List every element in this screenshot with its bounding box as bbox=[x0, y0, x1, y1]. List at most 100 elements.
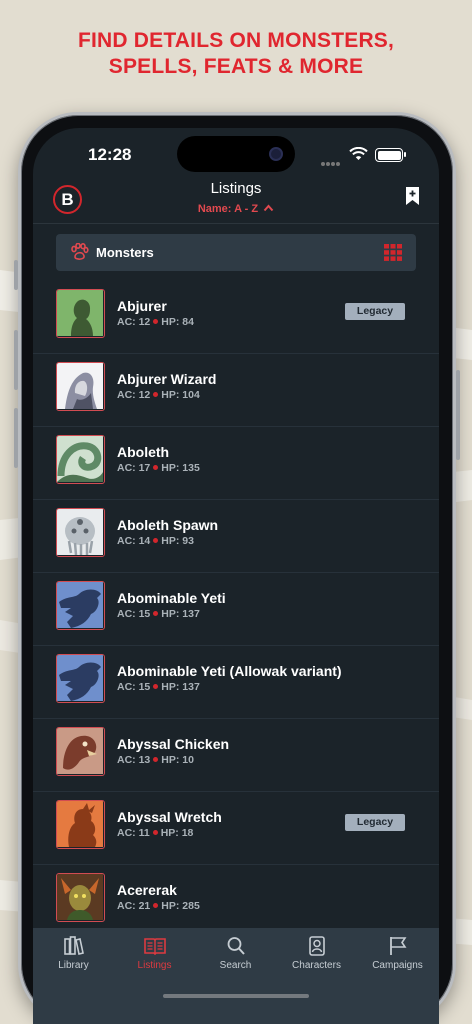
monster-name: Abominable Yeti bbox=[117, 590, 226, 606]
tab-label: Campaigns bbox=[372, 960, 423, 971]
grid-view-icon[interactable] bbox=[384, 244, 402, 261]
list-item[interactable]: Aboleth AC: 17 HP: 135 bbox=[33, 427, 439, 500]
chevron-up-icon bbox=[263, 204, 274, 212]
monster-stats: AC: 12 HP: 84 bbox=[117, 316, 194, 328]
aboleth-portrait bbox=[56, 435, 105, 484]
monster-stats: AC: 21 HP: 285 bbox=[117, 900, 200, 912]
paw-icon bbox=[71, 243, 89, 260]
search-icon bbox=[227, 937, 245, 955]
open-book-icon bbox=[143, 938, 166, 956]
home-indicator bbox=[163, 994, 309, 998]
list-item[interactable]: Aboleth Spawn AC: 14 HP: 93 bbox=[33, 500, 439, 573]
promo-line-2: SPELLS, FEATS & MORE bbox=[108, 55, 364, 78]
separator-dot bbox=[153, 611, 159, 616]
bookmark-add-icon[interactable] bbox=[405, 186, 420, 206]
tab-label: Characters bbox=[292, 960, 341, 971]
tab-library[interactable]: Library bbox=[33, 936, 114, 971]
hit-points: HP: 10 bbox=[161, 754, 194, 766]
legacy-badge: Legacy bbox=[345, 814, 405, 831]
list-item[interactable]: Abyssal Wretch AC: 11 HP: 18 Legacy bbox=[33, 792, 439, 865]
camera-icon bbox=[269, 147, 283, 161]
list-item[interactable]: Abjurer AC: 12 HP: 84 Legacy bbox=[33, 281, 439, 354]
books-icon bbox=[63, 936, 84, 955]
armor-class: AC: 11 bbox=[117, 827, 150, 839]
dynamic-island bbox=[177, 136, 295, 172]
armor-class: AC: 15 bbox=[117, 681, 151, 693]
sort-toggle[interactable]: Name: A - Z bbox=[33, 203, 439, 215]
hit-points: HP: 137 bbox=[161, 608, 200, 620]
tab-listings[interactable]: Listings bbox=[114, 936, 195, 971]
list-item[interactable]: Abominable Yeti (Allowak variant) AC: 15… bbox=[33, 646, 439, 719]
phone-side-button bbox=[14, 330, 18, 390]
armor-class: AC: 12 bbox=[117, 389, 151, 401]
monster-stats: AC: 11 HP: 18 bbox=[117, 827, 193, 839]
promo-line-1: FIND DETAILS ON MONSTERS, bbox=[77, 29, 395, 52]
hit-points: HP: 84 bbox=[161, 316, 194, 328]
monster-name: Abominable Yeti (Allowak variant) bbox=[117, 663, 342, 679]
sort-label: Name: A - Z bbox=[197, 203, 259, 215]
listings-list: Abjurer AC: 12 HP: 84 Legacy Abjurer Wiza… bbox=[33, 281, 439, 938]
monster-name: Acererak bbox=[117, 882, 177, 898]
separator-dot bbox=[153, 903, 159, 908]
cellular-signal-icon bbox=[321, 153, 341, 171]
character-icon bbox=[308, 936, 325, 956]
monster-stats: AC: 15 HP: 137 bbox=[117, 681, 200, 693]
hit-points: HP: 137 bbox=[161, 681, 200, 693]
list-item[interactable]: Abyssal Chicken AC: 13 HP: 10 bbox=[33, 719, 439, 792]
separator-dot bbox=[153, 538, 159, 543]
page-title: Listings bbox=[210, 180, 262, 197]
acererak-portrait bbox=[56, 873, 105, 922]
status-bar: 12:28 bbox=[33, 128, 439, 180]
tab-characters[interactable]: Characters bbox=[276, 936, 357, 971]
monster-name: Abjurer Wizard bbox=[117, 371, 217, 387]
nav-bar: B Listings Name: A - Z bbox=[33, 180, 439, 224]
hit-points: HP: 104 bbox=[161, 389, 200, 401]
armor-class: AC: 14 bbox=[117, 535, 151, 547]
armor-class: AC: 21 bbox=[117, 900, 151, 912]
promo-headline: FIND DETAILS ON MONSTERS, SPELLS, FEATS … bbox=[0, 28, 472, 80]
aboleth-spawn-portrait bbox=[56, 508, 105, 557]
category-filter-label: Monsters bbox=[96, 245, 154, 260]
hit-points: HP: 135 bbox=[161, 462, 200, 474]
hit-points: HP: 285 bbox=[161, 900, 200, 912]
separator-dot bbox=[153, 465, 159, 470]
monster-stats: AC: 14 HP: 93 bbox=[117, 535, 194, 547]
separator-dot bbox=[153, 684, 159, 689]
phone-side-button bbox=[14, 408, 18, 468]
monster-name: Abjurer bbox=[117, 298, 167, 314]
legacy-badge: Legacy bbox=[345, 303, 405, 320]
abjurer-portrait bbox=[56, 289, 105, 338]
separator-dot bbox=[152, 830, 158, 835]
battery-icon bbox=[375, 148, 406, 162]
list-item[interactable]: Abominable Yeti AC: 15 HP: 137 bbox=[33, 573, 439, 646]
armor-class: AC: 12 bbox=[117, 316, 151, 328]
monster-stats: AC: 17 HP: 135 bbox=[117, 462, 200, 474]
list-item[interactable]: Abjurer Wizard AC: 12 HP: 104 bbox=[33, 354, 439, 427]
tab-search[interactable]: Search bbox=[195, 936, 276, 971]
tab-label: Library bbox=[58, 960, 89, 971]
wifi-icon bbox=[349, 147, 368, 160]
tab-label: Search bbox=[219, 960, 252, 971]
monster-stats: AC: 13 HP: 10 bbox=[117, 754, 194, 766]
tab-bar: Library Listings Search Characters Campa… bbox=[33, 928, 439, 1024]
monster-stats: AC: 12 HP: 104 bbox=[117, 389, 200, 401]
tab-campaigns[interactable]: Campaigns bbox=[357, 936, 438, 971]
abyssal-wretch-silhouette bbox=[56, 800, 105, 849]
yeti-silhouette bbox=[56, 581, 105, 630]
yeti-silhouette bbox=[56, 654, 105, 703]
armor-class: AC: 17 bbox=[117, 462, 151, 474]
abyssal-chicken-portrait bbox=[56, 727, 105, 776]
monster-name: Aboleth bbox=[117, 444, 170, 460]
phone-side-button bbox=[456, 370, 460, 460]
separator-dot bbox=[153, 757, 159, 762]
separator-dot bbox=[153, 319, 159, 324]
monster-name: Abyssal Chicken bbox=[117, 736, 230, 752]
separator-dot bbox=[153, 392, 159, 397]
tab-label: Listings bbox=[137, 960, 172, 971]
hit-points: HP: 18 bbox=[160, 827, 194, 839]
category-filter-bar[interactable]: Monsters bbox=[56, 234, 416, 271]
app-screen: 12:28 B Listings Name: A - Z Monsters Ab… bbox=[33, 128, 439, 1024]
flag-icon bbox=[389, 937, 406, 955]
monster-stats: AC: 15 HP: 137 bbox=[117, 608, 200, 620]
armor-class: AC: 13 bbox=[117, 754, 151, 766]
